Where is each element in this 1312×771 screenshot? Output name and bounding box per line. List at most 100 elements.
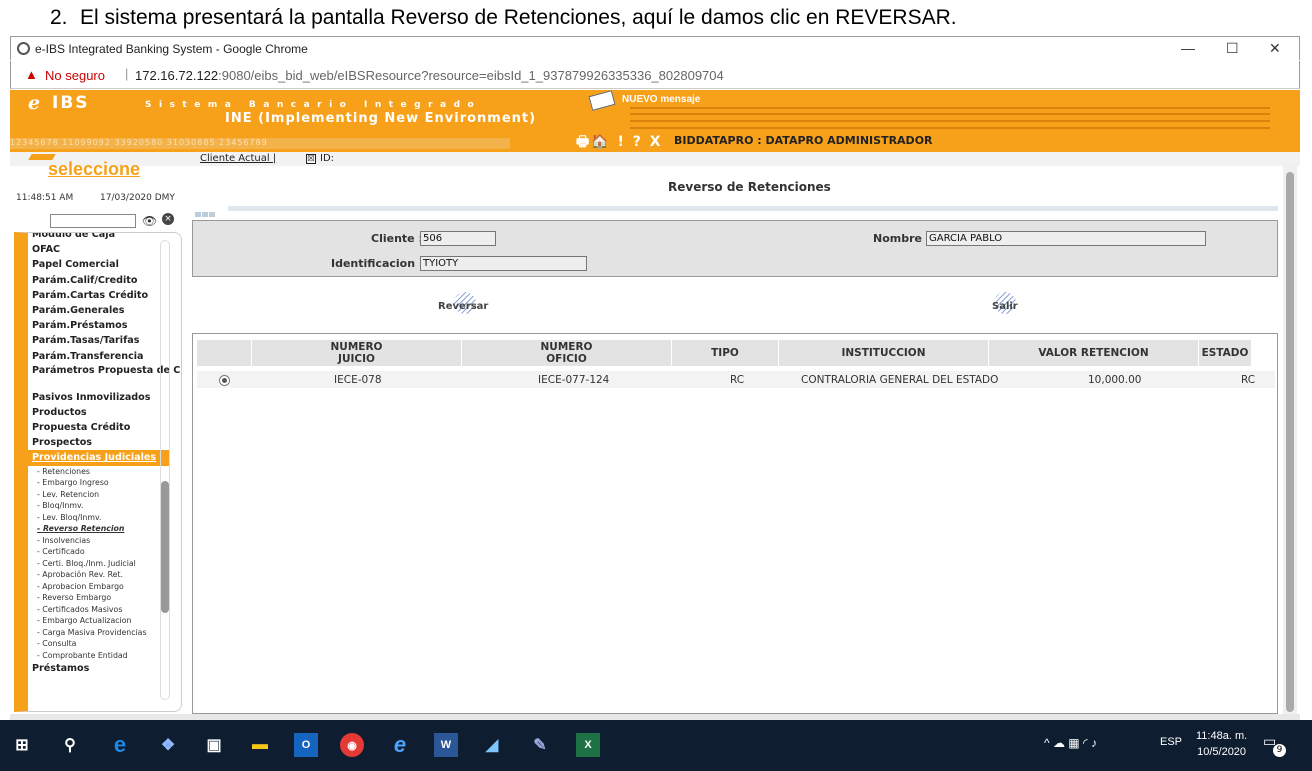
envelope-icon[interactable] — [588, 90, 616, 111]
clear-icon[interactable]: × — [162, 213, 174, 225]
table-header-estado: ESTADO — [1199, 340, 1251, 366]
cliente-field[interactable]: 506 — [420, 231, 496, 246]
seleccione-logo: seleccione — [28, 154, 178, 184]
submenu-item[interactable]: - Embargo Actualizacion — [28, 615, 181, 627]
menu-item[interactable]: OFAC — [28, 242, 181, 257]
submenu-item[interactable]: - Certi. Bloq./Inm. Judicial — [28, 558, 181, 570]
close-button[interactable]: ✕ — [1269, 40, 1281, 57]
submenu-item[interactable]: - Aprobacion Embargo — [28, 581, 181, 593]
reversar-button[interactable]: Reversar — [438, 292, 489, 314]
cliente-actual-link[interactable]: Cliente Actual | — [200, 153, 276, 164]
word-icon[interactable]: W — [434, 733, 458, 757]
submenu-item[interactable]: - Reverso Embargo — [28, 592, 181, 604]
menu-scroll-track[interactable] — [160, 240, 170, 700]
page-scrollbar[interactable] — [1283, 166, 1297, 714]
system-subtitle: Sistema Bancario Integrado — [145, 100, 482, 110]
reversar-label: Reversar — [438, 301, 489, 312]
menu-item[interactable]: Parámetros Propuesta de Credito — [28, 364, 181, 390]
menu-search-input[interactable] — [50, 214, 136, 228]
clock-date-taskbar: 10/5/2020 — [1197, 746, 1247, 758]
submenu-item[interactable]: - Comprobante Entidad — [28, 650, 181, 662]
submenu-item[interactable]: - Certificado — [28, 546, 181, 558]
title-divider — [228, 206, 1278, 211]
salir-button[interactable]: Salir — [992, 292, 1018, 314]
menu-item[interactable]: Parám.Préstamos — [28, 318, 181, 333]
chrome-taskbar-icon[interactable]: ◉ — [340, 733, 364, 757]
menu-item[interactable]: Parám.Calif/Credito — [28, 273, 181, 288]
tray-icons[interactable]: ^ ☁ ▦ ◜ ♪ — [1044, 736, 1097, 750]
caption-number: 2. — [50, 6, 68, 29]
menu-item[interactable]: Parám.Cartas Crédito — [28, 288, 181, 303]
eye-icon[interactable]: 👁 — [142, 214, 157, 228]
salir-label: Salir — [992, 301, 1018, 312]
menu-item[interactable]: Papel Comercial — [28, 257, 181, 272]
search-icon[interactable]: ⚲ — [58, 733, 82, 757]
page-title: Reverso de Retenciones — [668, 180, 831, 194]
submenu-item[interactable]: - Aprobación Rev. Ret. — [28, 569, 181, 581]
url-text[interactable]: 172.16.72.122:9080/eibs_bid_web/eIBSReso… — [135, 68, 724, 83]
menu-item[interactable]: Préstamos — [28, 661, 181, 676]
page-scroll-thumb[interactable] — [1286, 172, 1294, 712]
edge-icon[interactable]: e — [108, 732, 132, 757]
security-label[interactable]: No seguro — [45, 68, 105, 83]
window-title: e-IBS Integrated Banking System - Google… — [35, 42, 308, 56]
nombre-field[interactable]: GARCIA PABLO — [926, 231, 1206, 246]
submenu-item[interactable]: - Retenciones — [28, 466, 181, 478]
submenu-item[interactable]: - Lev. Retencion — [28, 489, 181, 501]
submenu-item[interactable]: - Bloq/Inmv. — [28, 500, 181, 512]
warning-icon: ▲ — [25, 67, 38, 82]
url-host: 172.16.72.122 — [135, 68, 219, 83]
new-message-link[interactable]: NUEVO mensaje — [622, 94, 700, 105]
maximize-button[interactable]: ☐ — [1226, 40, 1239, 57]
browser-titlebar: e-IBS Integrated Banking System - Google… — [10, 36, 1300, 60]
menu-item[interactable]: Parám.Transferencia — [28, 349, 181, 364]
menu-item[interactable]: Parám.Tasas/Tarifas — [28, 333, 181, 348]
menu-item[interactable]: Módulo de Caja — [28, 233, 181, 242]
side-menu: Módulo de Caja OFAC Papel Comercial Pará… — [14, 232, 182, 712]
outlook-icon[interactable]: O — [294, 733, 318, 757]
windows-start-icon[interactable]: ⊞ — [10, 733, 34, 757]
app-header: e IBS Sistema Bancario Integrado INE (Im… — [10, 90, 1300, 152]
separator: | — [125, 66, 129, 81]
minimize-button[interactable]: — — [1181, 40, 1195, 56]
logo-ibs: IBS — [52, 93, 90, 113]
cell-juicio: IECE-078 — [334, 374, 382, 386]
url-path: :9080/eibs_bid_web/eIBSResource?resource… — [218, 68, 724, 83]
menu-item[interactable]: Pasivos Inmovilizados — [28, 390, 181, 405]
submenu-item[interactable]: - Embargo Ingreso — [28, 477, 181, 489]
cell-oficio: IECE-077-124 — [538, 374, 610, 386]
checkbox-icon[interactable]: ☒ — [306, 154, 316, 164]
submenu-item-current[interactable]: - Reverso Retencion — [28, 523, 181, 535]
language-indicator[interactable]: ESP — [1160, 736, 1182, 748]
store-icon[interactable]: ▣ — [202, 733, 226, 757]
dropbox-icon[interactable]: ❖ — [156, 733, 180, 757]
menu-item[interactable]: Propuesta Crédito — [28, 420, 181, 435]
table-header-juicio: NUMERO JUICIO — [252, 340, 461, 366]
excel-icon[interactable]: X — [576, 733, 600, 757]
file-explorer-icon[interactable]: ▬ — [248, 733, 272, 757]
menu-item[interactable]: Prospectos — [28, 435, 181, 450]
address-bar[interactable]: ▲ No seguro | 172.16.72.122:9080/eibs_bi… — [10, 61, 1300, 89]
chrome-icon — [17, 42, 30, 55]
submenu-item[interactable]: - Carga Masiva Providencias — [28, 627, 181, 639]
submenu-item[interactable]: - Certificados Masivos — [28, 604, 181, 616]
internet-explorer-icon[interactable]: e — [388, 732, 412, 757]
notification-icon[interactable]: ▭ 9 — [1263, 734, 1286, 757]
menu-item[interactable]: Parám.Generales — [28, 303, 181, 318]
submenu-item[interactable]: - Consulta — [28, 638, 181, 650]
identificacion-field[interactable]: TYIOTY — [420, 256, 587, 271]
cell-institucion: CONTRALORIA GENERAL DEL ESTADO — [801, 374, 999, 386]
toolbar-icons[interactable]: 🖶🏠 ! ? X — [576, 131, 663, 152]
paint-icon[interactable]: ✎ — [528, 733, 552, 757]
menu-item-active[interactable]: Providencias Judiciales — [28, 450, 169, 466]
cell-estado: RC — [1241, 374, 1256, 386]
row-select-radio[interactable] — [219, 375, 230, 386]
ine-title: INE (Implementing New Environment) — [225, 111, 537, 126]
menu-item[interactable]: Productos — [28, 405, 181, 420]
submenu-item[interactable]: - Lev. Bloq/Inmv. — [28, 512, 181, 524]
cell-tipo: RC — [730, 374, 745, 386]
submenu-item[interactable]: - Insolvencias — [28, 535, 181, 547]
menu-scrollbar[interactable] — [161, 481, 169, 613]
app-blue-icon[interactable]: ◢ — [480, 733, 504, 757]
taskbar-clock[interactable]: 11:48a. m. 10/5/2020 — [1196, 728, 1247, 760]
